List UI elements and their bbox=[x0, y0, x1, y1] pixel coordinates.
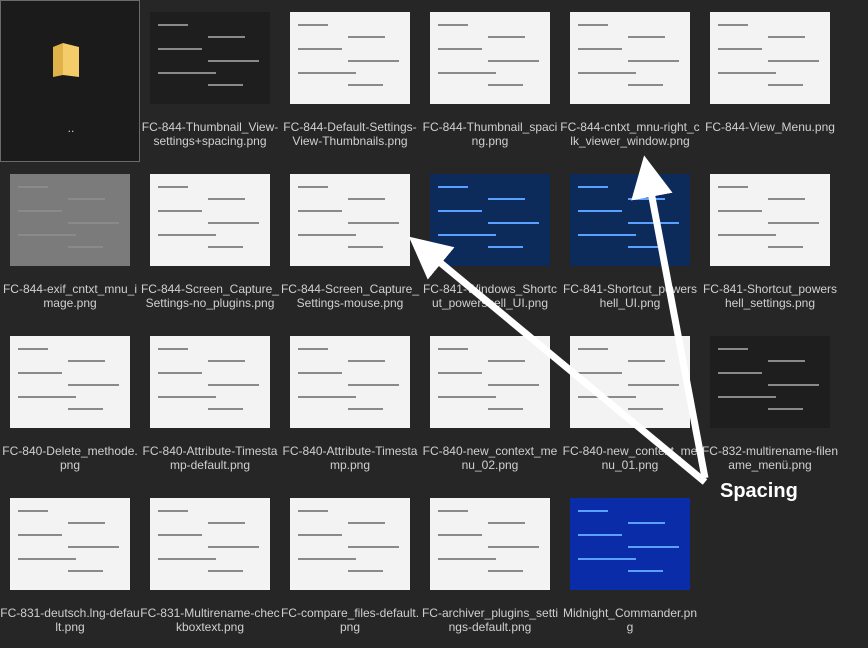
arrow-to-left-gap bbox=[408, 236, 708, 485]
spacing-annotation-label: Spacing bbox=[720, 480, 798, 502]
arrow-to-top-gap bbox=[631, 155, 709, 479]
annotation-arrows bbox=[408, 155, 709, 485]
